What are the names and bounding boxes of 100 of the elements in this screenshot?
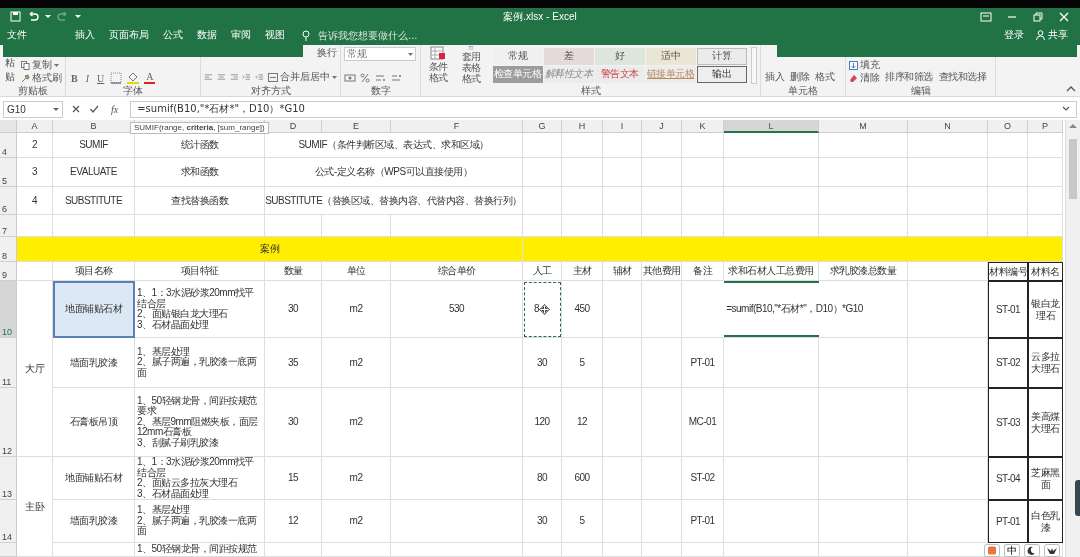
insert-function-button[interactable]: fx	[107, 103, 123, 115]
app-icon[interactable]	[984, 544, 1000, 557]
close-icon[interactable]	[1058, 11, 1070, 22]
menu-tab[interactable]: 数据	[194, 26, 220, 44]
cell-style-item[interactable]: 警告文本	[594, 65, 645, 83]
find-select-button[interactable]: 查找和选择	[937, 70, 987, 84]
menu-tab[interactable]: 插入	[72, 26, 98, 44]
save-icon[interactable]	[10, 11, 21, 22]
input-method-button[interactable]: 中	[1004, 544, 1020, 557]
format-as-table-button[interactable]: 套用表格格式	[456, 46, 486, 84]
row-header[interactable]: 12	[0, 388, 17, 457]
sign-in-link[interactable]: 登录	[1002, 28, 1026, 42]
format-button[interactable]: 格式	[814, 70, 835, 84]
expand-icon[interactable]	[1062, 106, 1070, 112]
wrap-text-button[interactable]: 换行	[317, 47, 337, 59]
copy-button[interactable]: 复制	[21, 59, 62, 71]
bird-icon[interactable]	[1044, 544, 1060, 557]
column-header[interactable]: H	[562, 120, 603, 133]
ribbon-display-icon[interactable]	[980, 11, 992, 22]
column-header[interactable]: O	[988, 120, 1028, 133]
cell-style-item[interactable]: 差	[543, 47, 594, 65]
gallery-scrollbar[interactable]	[750, 46, 757, 84]
clear-button[interactable]: 清除	[849, 72, 880, 84]
row-header[interactable]: 10	[0, 281, 17, 338]
insert-button[interactable]: 插入	[764, 70, 785, 84]
align-icon[interactable]	[229, 72, 239, 82]
row-header[interactable]: 13	[0, 457, 17, 500]
share-button[interactable]: 共享	[1034, 28, 1070, 42]
column-header[interactable]: P	[1028, 120, 1063, 133]
table-cell: 石膏板吊顶	[53, 388, 135, 457]
vertical-scrollbar[interactable]	[1065, 120, 1080, 557]
side-tab-handle[interactable]	[1075, 480, 1080, 516]
align-icon[interactable]	[216, 72, 226, 82]
cancel-icon[interactable]	[71, 104, 81, 114]
row-header[interactable]: 4	[0, 133, 17, 158]
cell-style-item[interactable]: 输出	[696, 65, 747, 83]
percent-icon[interactable]	[360, 73, 370, 83]
sort-filter-button[interactable]: 排序和筛选	[884, 70, 934, 84]
row-header[interactable]: 14	[0, 500, 17, 543]
restore-icon[interactable]	[1032, 11, 1044, 22]
scroll-up-icon[interactable]	[1069, 123, 1077, 129]
bold-button[interactable]: B	[69, 73, 80, 84]
cell-style-item[interactable]: 计算	[696, 47, 747, 65]
indent-icon[interactable]	[242, 72, 252, 82]
column-header[interactable]: J	[642, 120, 682, 133]
fill-color-icon[interactable]	[126, 72, 141, 84]
currency-icon[interactable]	[344, 73, 356, 83]
conditional-formatting-button[interactable]: 条件格式	[424, 46, 453, 84]
row-header[interactable]: 6	[0, 187, 17, 215]
delete-button[interactable]: 删除	[789, 70, 810, 84]
column-header[interactable]: N	[908, 120, 988, 133]
cell-style-item[interactable]: 好	[594, 47, 645, 65]
merge-center-button[interactable]: 合并后居中	[268, 71, 337, 83]
column-header[interactable]: A	[17, 120, 53, 133]
scroll-thumb[interactable]	[1069, 139, 1077, 199]
column-header[interactable]: G	[523, 120, 562, 133]
column-header[interactable]: E	[322, 120, 391, 133]
row-header[interactable]: 7	[0, 215, 17, 237]
table-cell	[562, 187, 603, 215]
tell-me-field[interactable]: 告诉我您想要做什么...	[318, 29, 428, 41]
cell-style-item[interactable]: 适中	[645, 47, 696, 65]
formula-field[interactable]: =sumif(B10,"*石材*"，D10）*G10	[130, 100, 1077, 118]
group-label: 数字	[370, 85, 391, 96]
column-header[interactable]: D	[265, 120, 322, 133]
undo-icon[interactable]	[27, 11, 39, 22]
menu-tab[interactable]: 审阅	[228, 26, 254, 44]
menu-tab[interactable]: 页面布局	[106, 26, 152, 44]
column-header[interactable]: F	[391, 120, 523, 133]
align-icon[interactable]	[204, 72, 213, 82]
column-header[interactable]: B	[53, 120, 135, 133]
column-header[interactable]: L	[724, 120, 819, 133]
decimal-icon[interactable]	[374, 73, 386, 83]
name-box[interactable]: G10	[3, 100, 63, 118]
indent-icon[interactable]	[255, 72, 264, 82]
font-color-button[interactable]: A	[144, 71, 156, 84]
row-header[interactable]: 11	[0, 338, 17, 388]
column-header[interactable]: K	[682, 120, 724, 133]
menu-tab[interactable]: 公式	[160, 26, 186, 44]
table-cell: m2	[322, 457, 391, 500]
menu-tab[interactable]: 文件	[4, 26, 30, 44]
column-header[interactable]: I	[603, 120, 642, 133]
underline-button[interactable]: U	[95, 73, 107, 84]
format-painter-button[interactable]: 格式刷	[21, 72, 62, 84]
italic-button[interactable]: I	[83, 73, 91, 84]
column-header[interactable]: M	[819, 120, 908, 133]
table-cell	[988, 158, 1028, 187]
table-cell: 12	[265, 500, 322, 543]
row-header[interactable]: 9	[0, 262, 17, 281]
decimal-icon[interactable]	[390, 73, 402, 83]
border-icon[interactable]	[110, 72, 123, 84]
collapse-ribbon-icon[interactable]	[1066, 85, 1076, 92]
number-format-field[interactable]: 常规	[344, 47, 416, 61]
row-header[interactable]: 5	[0, 158, 17, 187]
row-header[interactable]: 8	[0, 237, 17, 262]
cell-text: 8	[533, 303, 540, 315]
paste-button[interactable]: 粘贴	[3, 56, 17, 84]
moon-icon[interactable]	[1024, 544, 1040, 557]
menu-tab[interactable]: 视图	[262, 26, 288, 44]
check-icon[interactable]	[89, 104, 99, 114]
fill-button[interactable]: 填充	[849, 59, 880, 71]
